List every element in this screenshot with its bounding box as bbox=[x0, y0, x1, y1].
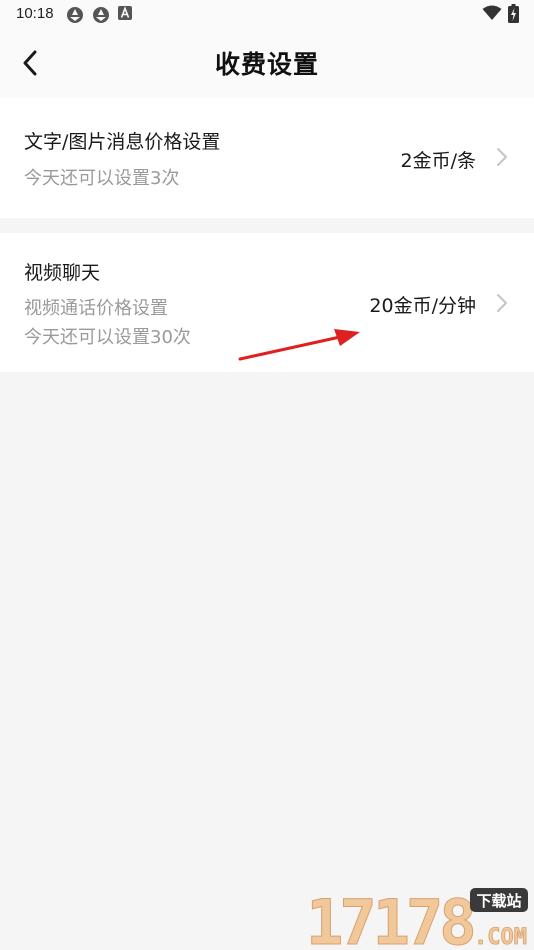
watermark-badge: 下载站 bbox=[476, 892, 521, 910]
red-arrow-annotation bbox=[238, 329, 360, 361]
aperture-icon bbox=[67, 7, 83, 23]
setting-value: 2金币/条 bbox=[400, 150, 477, 172]
setting-remaining-count: 今天还可以设置3次 bbox=[24, 168, 180, 189]
aperture-icon bbox=[93, 7, 109, 23]
setting-remaining-count: 今天还可以设置30次 bbox=[24, 327, 191, 348]
setting-title: 视频聊天 bbox=[24, 262, 101, 284]
status-bar: 10:18 bbox=[0, 0, 534, 28]
setting-title: 文字/图片消息价格设置 bbox=[24, 131, 221, 153]
battery-charging-icon bbox=[508, 4, 519, 23]
watermark-logo: 17178 下载站 .COM bbox=[306, 886, 528, 950]
header: 收费设置 bbox=[0, 28, 534, 98]
app-a-icon bbox=[118, 6, 132, 20]
status-time: 10:18 bbox=[16, 5, 54, 22]
watermark-suffix: .COM bbox=[474, 925, 527, 950]
chevron-right-icon bbox=[497, 294, 507, 312]
chevron-right-icon bbox=[497, 148, 507, 166]
page-title: 收费设置 bbox=[214, 50, 319, 79]
watermark-number: 17178 bbox=[306, 886, 473, 950]
setting-description: 视频通话价格设置 bbox=[24, 298, 168, 319]
wifi-icon bbox=[482, 5, 502, 20]
message-price-setting-row[interactable]: 文字/图片消息价格设置 今天还可以设置3次 2金币/条 bbox=[0, 98, 534, 218]
setting-value: 20金币/分钟 bbox=[369, 295, 476, 317]
